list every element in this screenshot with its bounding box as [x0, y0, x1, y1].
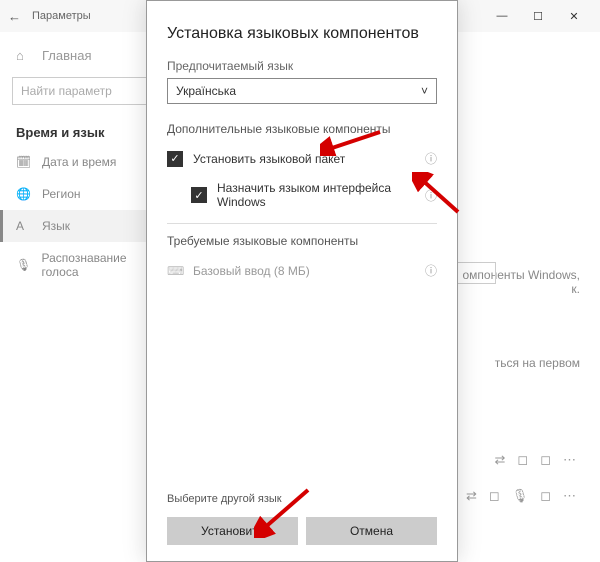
nav-item-label: Регион: [42, 187, 81, 201]
option-label: Установить языковой пакет: [193, 152, 415, 166]
nav-item-label: Распознавание голоса: [42, 251, 164, 279]
globe-icon: 🌐: [16, 187, 32, 201]
close-button[interactable]: ✕: [556, 2, 592, 30]
content-fragment: к.: [571, 282, 580, 296]
required-section-label: Требуемые языковые компоненты: [167, 234, 437, 248]
language-icon: A: [16, 219, 32, 233]
share-icon: ⇄: [466, 488, 477, 504]
required-basic-typing-row: ⌨ Базовый ввод (8 МБ) ⓘ: [167, 258, 437, 289]
cancel-button[interactable]: Отмена: [306, 517, 437, 545]
dialog-button-bar: Установить Отмена: [167, 517, 437, 545]
nav-item-label: Язык: [42, 219, 70, 233]
nav-home-label: Главная: [42, 48, 91, 63]
home-icon: ⌂: [16, 48, 32, 63]
preferred-language-label: Предпочитаемый язык: [167, 59, 437, 73]
mic-icon: 🎙: [16, 258, 32, 272]
calendar-icon: 🗓: [16, 155, 32, 169]
dialog-title: Установка языковых компонентов: [167, 25, 437, 43]
icon-strip: ⇄ ◻ ◻ ⋯: [495, 452, 577, 468]
language-select-value: Українська: [176, 84, 236, 98]
option-label: Назначить языком интерфейса Windows: [217, 181, 415, 209]
install-button[interactable]: Установить: [167, 517, 298, 545]
window-title: Параметры: [32, 10, 91, 22]
checkbox-set-display[interactable]: ✓: [191, 187, 207, 203]
search-input[interactable]: Найти параметр: [12, 77, 167, 105]
info-icon[interactable]: ⓘ: [425, 262, 437, 279]
choose-other-language-link[interactable]: Выберите другой язык: [167, 493, 437, 505]
content-fragment: ться на первом: [495, 356, 580, 370]
language-select[interactable]: Українська ˅: [167, 78, 437, 104]
back-icon[interactable]: ←: [8, 9, 32, 24]
required-label: Базовый ввод (8 МБ): [193, 264, 415, 278]
nav-item-label: Дата и время: [42, 155, 116, 169]
option-install-pack-row: ✓ Установить языковой пакет ⓘ: [167, 146, 437, 177]
option-set-display-row: ✓ Назначить языком интерфейса Windows ⓘ: [167, 177, 437, 219]
install-language-dialog: Установка языковых компонентов Предпочит…: [146, 0, 458, 562]
divider: [167, 223, 437, 224]
share-icon: ⇄: [495, 452, 506, 468]
box2-icon: ◻: [540, 452, 551, 468]
optional-section-label: Дополнительные языковые компоненты: [167, 122, 437, 136]
maximize-button[interactable]: ☐: [520, 2, 556, 30]
checkbox-install-pack[interactable]: ✓: [167, 151, 183, 167]
window-controls: ― ☐ ✕: [484, 2, 592, 30]
keyboard-icon: ⌨: [167, 264, 183, 278]
box-icon: ◻: [489, 488, 500, 504]
mic-icon: 🎙: [512, 488, 529, 504]
box-icon: ◻: [517, 452, 528, 468]
ellipsis-icon: ⋯: [563, 452, 576, 468]
chevron-down-icon: ˅: [421, 84, 428, 98]
box2-icon: ◻: [540, 488, 551, 504]
info-icon[interactable]: ⓘ: [425, 187, 437, 204]
icon-strip: ⇄ ◻ 🎙 ◻ ⋯: [466, 488, 576, 504]
minimize-button[interactable]: ―: [484, 2, 520, 30]
ellipsis-icon: ⋯: [563, 488, 576, 504]
info-icon[interactable]: ⓘ: [425, 150, 437, 167]
